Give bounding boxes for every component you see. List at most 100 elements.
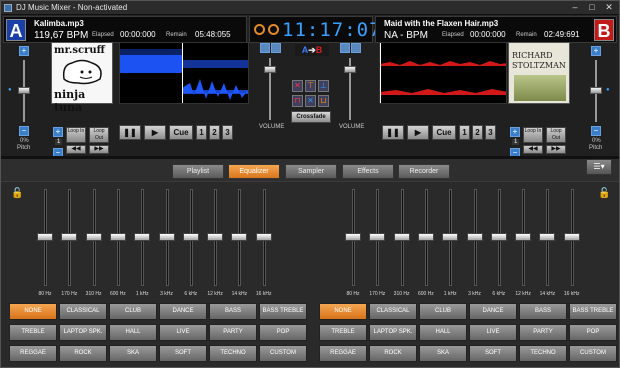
deck-a-loop-in-button[interactable]: Loop In	[66, 127, 86, 143]
eq-a-preset-button[interactable]: LIVE	[159, 324, 207, 341]
eq-b-preset-button[interactable]: SOFT	[469, 345, 517, 362]
eq-b-preset-button[interactable]: REGGAE	[319, 345, 367, 362]
deck-a-hotcue-2[interactable]: 2	[209, 125, 220, 140]
deck-b-loop-in-button[interactable]: Loop In	[523, 127, 543, 143]
eq-slider[interactable]	[134, 233, 151, 241]
deck-a-volume-slider[interactable]	[264, 66, 276, 73]
eq-slider[interactable]	[231, 233, 248, 241]
eq-b-preset-button[interactable]: NONE	[319, 303, 367, 320]
deck-a-loop-up[interactable]: +	[53, 127, 63, 137]
eq-b-preset-button[interactable]: TREBLE	[319, 324, 367, 341]
eq-slider[interactable]	[158, 233, 175, 241]
fx-6-icon[interactable]: ⊔	[318, 95, 329, 107]
eq-b-preset-button[interactable]: LAPTOP SPK.	[369, 324, 417, 341]
list-menu-button[interactable]: ☰▾	[586, 159, 612, 175]
fx-4-icon[interactable]: ⊓	[292, 95, 303, 107]
eq-slider[interactable]	[61, 233, 78, 241]
fx-5-icon[interactable]: ⨯	[305, 95, 316, 107]
eq-a-preset-button[interactable]: CLUB	[109, 303, 157, 320]
eq-slider[interactable]	[255, 233, 272, 241]
eq-b-preset-button[interactable]: SKA	[419, 345, 467, 362]
pitch-up-button[interactable]: +	[19, 46, 29, 56]
minimize-button[interactable]: –	[569, 2, 581, 13]
pitch-reset-icon[interactable]: ●	[8, 87, 12, 93]
eq-slider[interactable]	[85, 233, 102, 241]
eq-slider[interactable]	[417, 233, 434, 241]
deck-b-hotcue-2[interactable]: 2	[472, 125, 483, 140]
deck-b-rewind-button[interactable]: ◀◀	[523, 145, 543, 154]
eq-b-preset-button[interactable]: PARTY	[519, 324, 567, 341]
eq-b-preset-button[interactable]: HALL	[419, 324, 467, 341]
deck-a-hotcue-3[interactable]: 3	[222, 125, 233, 140]
deck-a-forward-button[interactable]: ▶▶	[89, 145, 109, 154]
eq-a-preset-button[interactable]: PARTY	[209, 324, 257, 341]
eq-a-preset-button[interactable]: ROCK	[59, 345, 107, 362]
deck-b-cue-button[interactable]: Cue	[432, 125, 456, 140]
eq-b-preset-button[interactable]: CLASSICAL	[369, 303, 417, 320]
eq-a-preset-button[interactable]: NONE	[9, 303, 57, 320]
eq-a-preset-button[interactable]: REGGAE	[9, 345, 57, 362]
tab-playlist[interactable]: Playlist	[172, 164, 224, 179]
eq-slider[interactable]	[563, 233, 580, 241]
deck-a-loop-out-button[interactable]: Loop Out	[89, 127, 109, 143]
close-button[interactable]: ✕	[603, 2, 615, 13]
eq-a-preset-button[interactable]: CLASSICAL	[59, 303, 107, 320]
eq-b-preset-button[interactable]: ROCK	[369, 345, 417, 362]
eq-a-preset-button[interactable]: BASS TREBLE	[259, 303, 307, 320]
fx-1-icon[interactable]: ✕	[292, 80, 303, 92]
eq-slider[interactable]	[345, 233, 361, 241]
eq-slider[interactable]	[442, 233, 459, 241]
eq-a-preset-button[interactable]: DANCE	[159, 303, 207, 320]
eq-a-preset-button[interactable]: CUSTOM	[259, 345, 307, 362]
eq-slider[interactable]	[515, 233, 532, 241]
eq-a-preset-button[interactable]: POP	[259, 324, 307, 341]
eq-slider[interactable]	[490, 233, 507, 241]
deck-a-play-button[interactable]: ▶	[144, 125, 166, 140]
eq-b-preset-button[interactable]: BASS TREBLE	[569, 303, 617, 320]
deck-b-waveform[interactable]	[379, 42, 507, 104]
eq-slider[interactable]	[466, 233, 483, 241]
deck-b-play-button[interactable]: ▶	[407, 125, 429, 140]
deck-b-loop-up[interactable]: +	[510, 127, 520, 137]
eq-a-preset-button[interactable]: TREBLE	[9, 324, 57, 341]
fx-3-icon[interactable]: ⊥	[318, 80, 329, 92]
deck-b-pitch-slider[interactable]	[590, 87, 602, 94]
eq-a-preset-button[interactable]: HALL	[109, 324, 157, 341]
eq-slider[interactable]	[109, 233, 126, 241]
deck-b-hotcue-3[interactable]: 3	[485, 125, 496, 140]
eq-b-preset-button[interactable]: BASS	[519, 303, 567, 320]
eq-b-preset-button[interactable]: TECHNO	[519, 345, 567, 362]
pitch-down-button[interactable]: −	[19, 126, 29, 136]
deck-a-mute-icon[interactable]	[260, 43, 270, 53]
eq-slider[interactable]	[393, 233, 410, 241]
deck-a-waveform[interactable]	[119, 42, 249, 104]
eq-slider[interactable]	[369, 233, 386, 241]
eq-b-preset-button[interactable]: LIVE	[469, 324, 517, 341]
deck-b-headphone-icon[interactable]	[351, 43, 361, 53]
tab-recorder[interactable]: Recorder	[398, 164, 450, 179]
maximize-button[interactable]: □	[586, 2, 598, 13]
deck-a-cue-button[interactable]: Cue	[169, 125, 193, 140]
eq-b-lock-icon[interactable]: 🔓	[598, 188, 610, 200]
tab-equalizer[interactable]: Equalizer	[228, 164, 280, 179]
deck-a-headphone-icon[interactable]	[271, 43, 281, 53]
eq-slider[interactable]	[182, 233, 199, 241]
eq-a-preset-button[interactable]: LAPTOP SPK.	[59, 324, 107, 341]
eq-slider[interactable]	[207, 233, 224, 241]
crossfade-button[interactable]: Crossfade	[291, 111, 331, 123]
eq-a-preset-button[interactable]: SKA	[109, 345, 157, 362]
deck-b-volume-slider[interactable]	[344, 66, 356, 73]
eq-a-preset-button[interactable]: SOFT	[159, 345, 207, 362]
deck-b-pause-button[interactable]: ❚❚	[382, 125, 404, 140]
deck-a-rewind-button[interactable]: ◀◀	[66, 145, 86, 154]
eq-b-preset-button[interactable]: POP	[569, 324, 617, 341]
tab-effects[interactable]: Effects	[342, 164, 394, 179]
tab-sampler[interactable]: Sampler	[285, 164, 337, 179]
deck-b-loop-out-button[interactable]: Loop Out	[546, 127, 566, 143]
fx-2-icon[interactable]: ⊤	[305, 80, 316, 92]
deck-a-pause-button[interactable]: ❚❚	[119, 125, 141, 140]
eq-a-lock-icon[interactable]: 🔓	[11, 188, 23, 200]
sync-ab-button[interactable]: A➔B	[295, 44, 329, 56]
eq-slider[interactable]	[37, 233, 53, 241]
deck-b-pitch-down-button[interactable]: −	[591, 126, 601, 136]
